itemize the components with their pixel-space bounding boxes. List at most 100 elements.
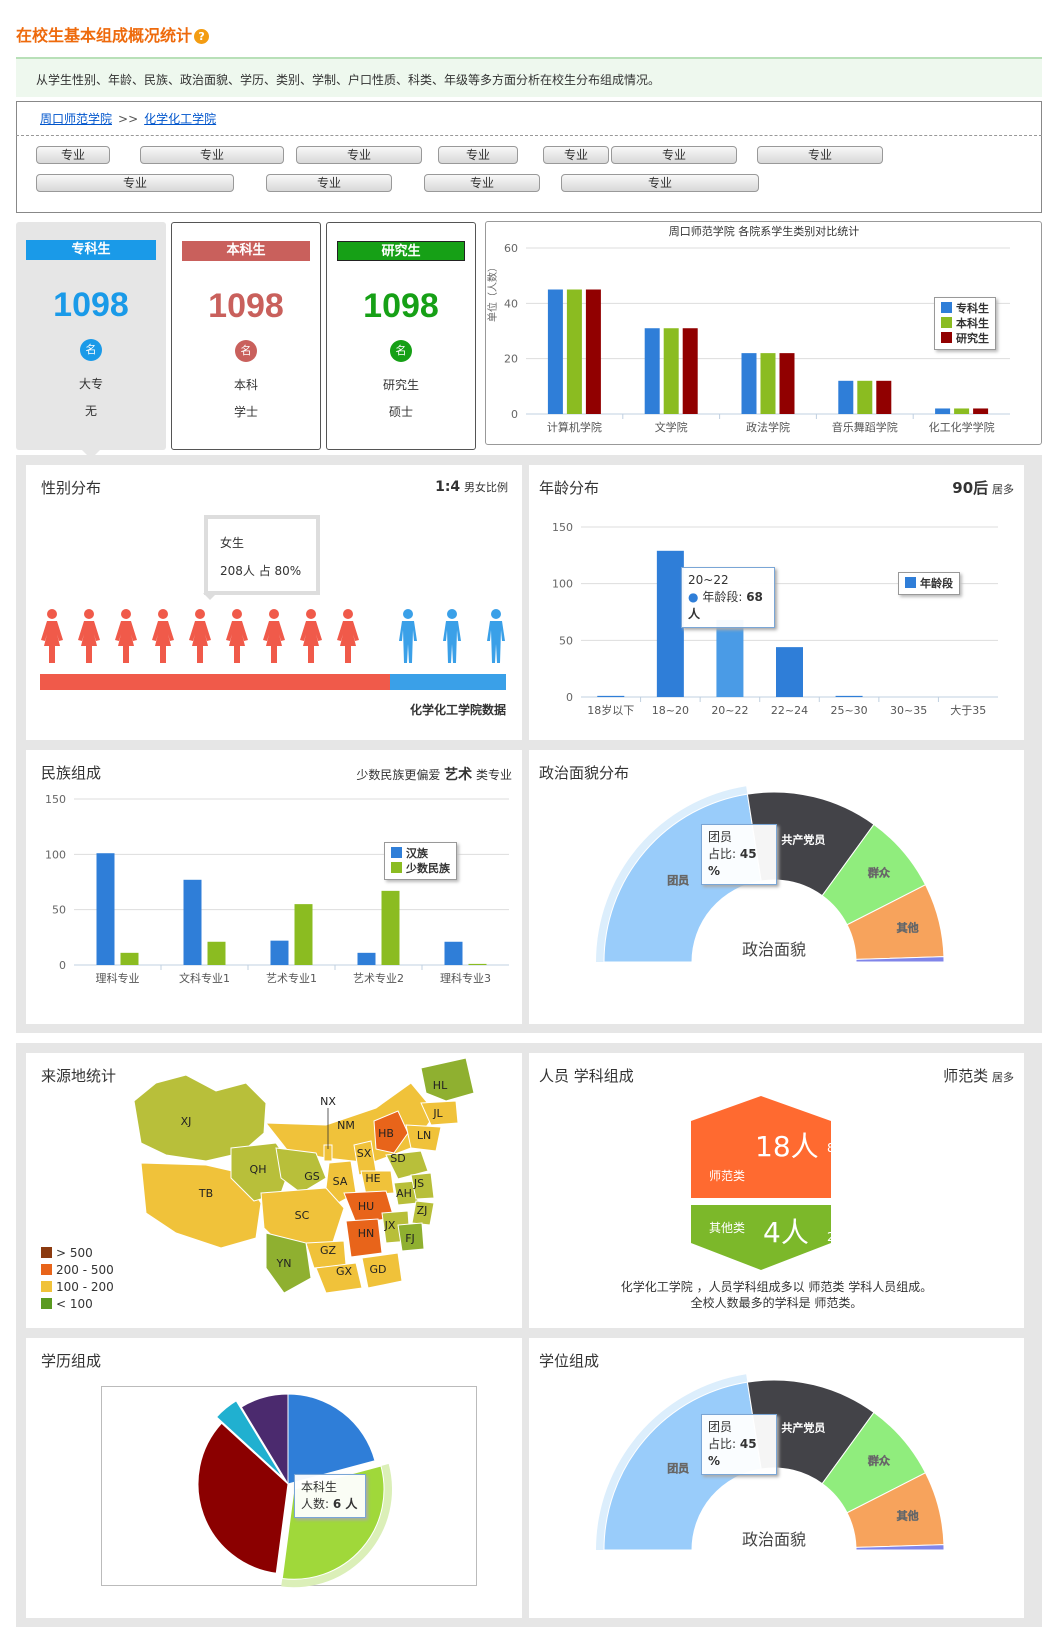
card-level: 大专 xyxy=(78,377,103,391)
bar xyxy=(381,890,400,965)
degree-panel: 学位组成 团员 共产党员 群众 其他 政治面貌 团员 占比: 45 % xyxy=(529,1338,1024,1618)
bar xyxy=(776,647,803,697)
bar xyxy=(741,353,757,414)
legend-item[interactable]: 研究生 xyxy=(941,331,989,346)
x-tick-label: 理科专业3 xyxy=(440,971,491,985)
subject-a-count: 18人 xyxy=(755,1130,819,1163)
bar xyxy=(656,550,684,697)
bar xyxy=(357,952,376,965)
province-label: HU xyxy=(358,1200,374,1213)
ethnic-panel: 民族组成 少数民族更偏爱 艺术 类专业 0 50 100 150 理科专业 文科专业1 艺术… xyxy=(26,750,522,1024)
major-button[interactable]: 专业 xyxy=(36,174,234,192)
slice-label: 团员 xyxy=(667,874,689,887)
female-person-icon xyxy=(226,609,248,663)
age-tooltip: 20~22 ● 年龄段: 68 人 xyxy=(681,567,775,628)
card-header: 专科生 xyxy=(26,240,156,260)
legend-item[interactable]: 年龄段 xyxy=(905,576,953,591)
slice-label: 群众 xyxy=(867,1453,891,1467)
legend-item[interactable]: > 500 xyxy=(41,1245,114,1262)
x-tick-label: 理科专业 xyxy=(96,971,140,985)
card-level: 研究生 xyxy=(382,378,419,392)
female-person-icon xyxy=(78,609,100,663)
ethnic-legend: 汉族 少数民族 xyxy=(384,842,457,880)
province-label: GZ xyxy=(320,1244,337,1257)
help-icon[interactable]: ? xyxy=(194,29,210,44)
bar xyxy=(716,619,744,697)
y-tick-label: 40 xyxy=(504,297,518,310)
y-tick-label: 0 xyxy=(566,691,573,704)
legend-item[interactable]: 少数民族 xyxy=(391,861,450,876)
major-button[interactable]: 专业 xyxy=(296,146,422,164)
x-tick-label: 艺术专业1 xyxy=(266,971,317,985)
province-label: GS xyxy=(304,1170,320,1183)
card-unit-badge: 名 xyxy=(80,339,102,361)
person-head xyxy=(269,609,279,619)
female-person-icon xyxy=(300,609,322,663)
major-button[interactable]: 专业 xyxy=(424,174,540,192)
major-button[interactable]: 专业 xyxy=(561,174,759,192)
person-head xyxy=(158,609,168,619)
bar xyxy=(270,940,289,965)
y-tick-label: 100 xyxy=(552,578,573,591)
y-tick-label: 0 xyxy=(511,408,518,421)
province-label: GD xyxy=(370,1263,387,1276)
x-tick-label: 25~30 xyxy=(830,704,867,717)
person-head xyxy=(491,609,501,619)
person-head xyxy=(195,609,205,619)
province-label: HN xyxy=(358,1227,375,1240)
x-tick-label: 计算机学院 xyxy=(547,420,602,434)
province-label: SD xyxy=(390,1152,405,1165)
person-body xyxy=(399,621,417,663)
major-button[interactable]: 专业 xyxy=(438,146,518,164)
card-level: 本科 xyxy=(233,378,258,392)
origin-panel: 来源地统计 XJ TB QH NM GS NX SA SX HB HL JL LN SD HE AH JS HU… xyxy=(26,1053,522,1328)
legend-item[interactable]: 专科生 xyxy=(941,301,989,316)
legend-item[interactable]: 100 - 200 xyxy=(41,1279,114,1296)
female-person-icon xyxy=(263,609,285,663)
x-tick-label: 艺术专业2 xyxy=(353,971,404,985)
breadcrumb-separator: >> xyxy=(118,112,139,126)
gender-bar xyxy=(40,674,506,690)
subject-b-pct: 20% xyxy=(827,1230,854,1244)
breadcrumb-current-link[interactable]: 化学化工学院 xyxy=(144,112,216,126)
donut-center-label: 政治面貌 xyxy=(741,1530,806,1549)
legend-item[interactable]: 本科生 xyxy=(941,316,989,331)
slice-label: 其他 xyxy=(897,921,919,935)
bar xyxy=(857,380,873,414)
bar xyxy=(183,879,202,965)
female-person-icon xyxy=(115,609,137,663)
card-undergraduate[interactable]: 本科生 1098 名 本科 学士 xyxy=(171,222,321,450)
province-label: HE xyxy=(365,1172,380,1185)
bar xyxy=(835,695,863,697)
legend-item[interactable]: < 100 xyxy=(41,1296,114,1313)
ethnic-chart-svg: 0 50 100 150 理科专业 文科专业1 艺术专业1 艺术专业2 理科专业3 xyxy=(45,793,509,985)
breadcrumb-root-link[interactable]: 周口师范学院 xyxy=(40,112,112,126)
slice-label: 群众 xyxy=(867,865,891,879)
male-person-icon xyxy=(399,609,417,663)
page-title: 在校生基本组成概况统计? xyxy=(16,22,210,46)
province-label: HB xyxy=(378,1127,394,1140)
major-button[interactable]: 专业 xyxy=(266,174,392,192)
degree-tooltip: 团员 占比: 45 % xyxy=(701,1414,777,1475)
major-button[interactable]: 专业 xyxy=(140,146,284,164)
major-button[interactable]: 专业 xyxy=(36,146,110,164)
card-junior-college[interactable]: 专科生 1098 名 大专 无 xyxy=(16,222,166,450)
x-tick-label: 18~20 xyxy=(652,704,689,717)
card-count: 1098 xyxy=(363,287,439,325)
major-button[interactable]: 专业 xyxy=(757,146,883,164)
subject-b-count: 4人 xyxy=(763,1216,809,1249)
pie-slice xyxy=(287,1393,376,1485)
gender-bar-female xyxy=(40,674,390,690)
major-button[interactable]: 专业 xyxy=(543,146,609,164)
person-head xyxy=(84,609,94,619)
bar xyxy=(779,353,795,414)
legend-item[interactable]: 汉族 xyxy=(391,846,450,861)
dept-legend: 专科生 本科生 研究生 xyxy=(934,297,996,350)
card-graduate[interactable]: 研究生 1098 名 研究生 硕士 xyxy=(326,222,476,450)
major-button[interactable]: 专业 xyxy=(611,146,737,164)
province-label: SX xyxy=(357,1147,372,1160)
legend-item[interactable]: 200 - 500 xyxy=(41,1262,114,1279)
breadcrumb: 周口师范学院 >> 化学化工学院 xyxy=(40,110,216,127)
slice-label: 共产党员 xyxy=(781,1420,825,1434)
person-body xyxy=(263,621,285,663)
